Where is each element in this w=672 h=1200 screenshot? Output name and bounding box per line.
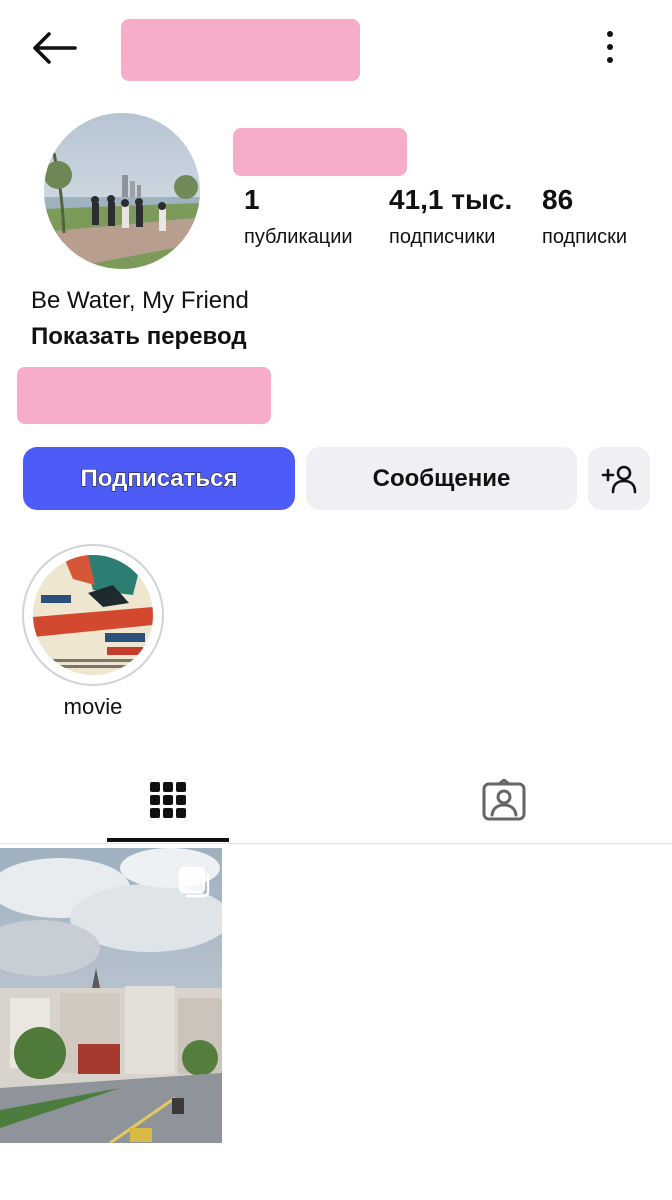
stat-followers[interactable]: 41,1 тыс. подписчики xyxy=(389,183,512,251)
username-redacted xyxy=(121,19,360,81)
arrow-left-icon xyxy=(33,32,77,64)
following-label: подписки xyxy=(542,226,628,248)
grid-icon xyxy=(150,782,186,818)
display-name-redacted xyxy=(233,128,407,176)
show-translation-link[interactable]: Показать перевод xyxy=(31,321,247,353)
stat-following[interactable]: 86 подписки xyxy=(542,183,627,251)
highlight-cover-image xyxy=(33,555,153,675)
tabs-divider xyxy=(0,843,672,844)
tagged-person-icon xyxy=(482,779,526,821)
follow-button[interactable]: Подписаться xyxy=(23,447,295,510)
avatar[interactable] xyxy=(44,113,200,269)
following-count: 86 xyxy=(542,184,574,215)
post-image xyxy=(0,848,222,1143)
tab-tagged[interactable] xyxy=(336,760,672,840)
followers-count: 41,1 тыс. xyxy=(389,184,513,215)
highlight-label: movie xyxy=(63,694,123,719)
tab-posts-grid[interactable] xyxy=(0,760,336,840)
message-button-label: Сообщение xyxy=(372,464,511,492)
bio-link-redacted xyxy=(17,367,271,424)
follow-button-label: Подписаться xyxy=(80,464,238,492)
stat-posts[interactable]: 1 публикации xyxy=(244,183,353,251)
post-thumbnail[interactable] xyxy=(0,848,222,1143)
back-button[interactable] xyxy=(28,26,80,70)
avatar-image xyxy=(44,113,200,269)
bio-text: Be Water, My Friend xyxy=(31,287,249,314)
posts-count: 1 xyxy=(244,184,260,215)
posts-label: публикации xyxy=(244,226,353,248)
more-vertical-icon xyxy=(607,31,613,37)
top-bar xyxy=(0,0,672,100)
more-options-button[interactable] xyxy=(590,24,630,70)
followers-label: подписчики xyxy=(389,226,496,248)
message-button[interactable]: Сообщение xyxy=(306,447,577,510)
suggested-users-button[interactable] xyxy=(588,447,650,510)
highlight-movie[interactable] xyxy=(22,544,164,686)
person-add-icon xyxy=(601,465,637,493)
active-tab-indicator xyxy=(107,838,229,842)
